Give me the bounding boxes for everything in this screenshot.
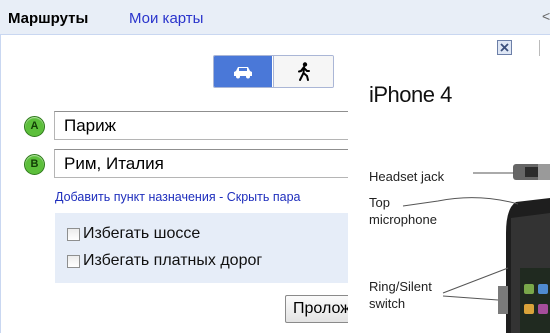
avoid-tolls-checkbox[interactable] [67,254,80,268]
avoid-tolls-label: Избегать платных дорог [83,252,263,269]
destination-links: Добавить пункт назначения - Скрыть пара [55,190,300,204]
collapse-arrow-icon[interactable]: < [542,8,550,24]
label-ring-silent-line1: Ring/Silent [369,279,432,294]
label-top-microphone: Top microphone [369,194,439,228]
start-location-input[interactable] [54,111,384,140]
car-icon [234,66,252,78]
close-icon[interactable] [497,40,512,55]
route-options-box: Избегать шоссе Избегать платных дорог [55,213,385,283]
tab-bar: Маршруты Мои карты < [0,0,550,35]
waypoint-b-marker-icon: B [24,154,45,175]
label-top-microphone-line1: Top [369,195,390,210]
hide-options-link[interactable]: Скрыть пара [227,190,301,204]
avoid-highways-checkbox[interactable] [67,227,80,241]
destination-location-input[interactable] [54,149,384,178]
diagram-title: iPhone 4 [369,82,452,107]
avoid-highways-label: Избегать шоссе [83,225,201,242]
tab-routes[interactable]: Маршруты [8,10,88,27]
label-headset-jack: Headset jack [369,169,445,184]
add-destination-link[interactable]: Добавить пункт назначения [55,190,216,204]
label-ring-silent-switch: Ring/Silent switch [369,278,439,312]
close-x-glyph [500,43,509,52]
link-separator: - [215,190,227,204]
tab-my-maps[interactable]: Мои карты [129,10,203,27]
label-top-microphone-line2: microphone [369,212,437,227]
walking-icon [298,61,310,81]
label-ring-silent-line2: switch [369,296,406,311]
travel-mode-walk-button[interactable] [273,56,333,87]
scrollbar-edge[interactable] [539,40,550,56]
travel-mode-car-button[interactable] [214,56,272,87]
travel-mode-selector [213,55,334,88]
avoid-highways-option[interactable]: Избегать шоссе [67,225,200,243]
waypoint-a-marker-icon: A [24,116,45,137]
iphone-diagram-image: iPhone 4 Headset jack Top microphone Rin… [348,68,550,333]
avoid-tolls-option[interactable]: Избегать платных дорог [67,252,262,270]
